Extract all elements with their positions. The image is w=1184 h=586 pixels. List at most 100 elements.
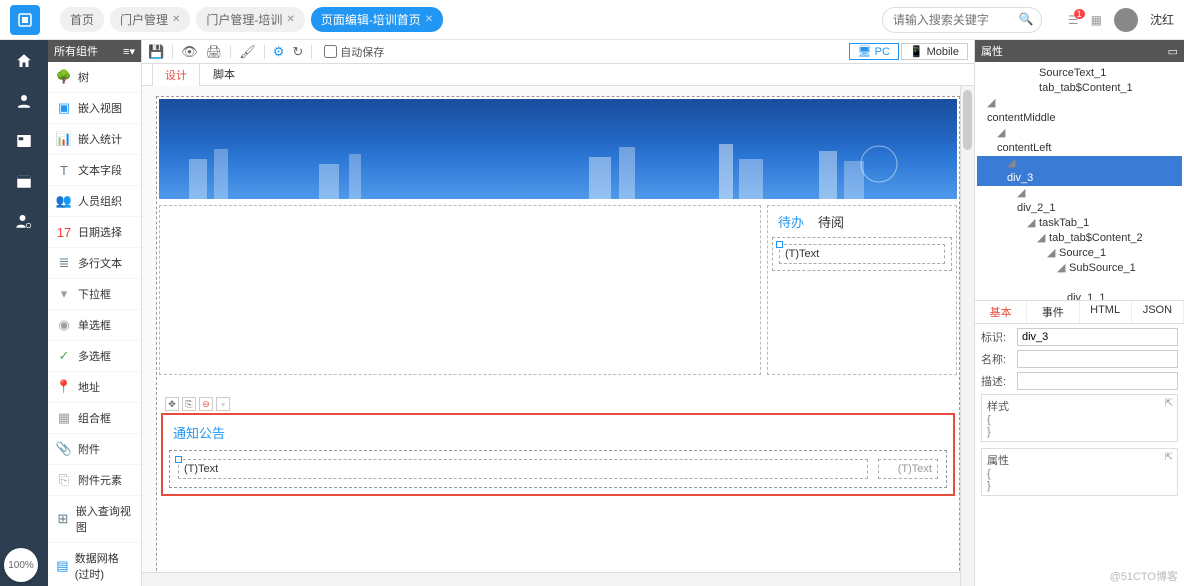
widget-item[interactable]: ▦组合框 <box>48 403 141 434</box>
delete-icon[interactable]: ⊖ <box>199 397 213 411</box>
widget-item[interactable]: ▾下拉框 <box>48 279 141 310</box>
tree-row[interactable]: ◢ div_2_1 <box>977 186 1182 216</box>
name-label: 名称: <box>981 351 1011 367</box>
tree-row[interactable]: ◢ div_3 <box>977 156 1182 186</box>
brush-icon[interactable]: 🖌 <box>239 44 256 60</box>
preview-icon[interactable]: 👁 <box>181 44 198 60</box>
style-box[interactable]: ⇱样式{} <box>981 394 1178 442</box>
tab-home[interactable]: 首页 <box>60 7 104 32</box>
close-icon[interactable]: ✕ <box>425 14 433 25</box>
tree-row[interactable]: ◢ taskTab_1 <box>977 216 1182 231</box>
widget-item[interactable]: ≣多行文本 <box>48 248 141 279</box>
tab-portal-training[interactable]: 门户管理-培训✕ <box>196 7 304 32</box>
widget-item[interactable]: ◉单选框 <box>48 310 141 341</box>
ptab-event[interactable]: 事件 <box>1027 301 1079 323</box>
widget-item[interactable]: 📊嵌入统计 <box>48 124 141 155</box>
notice-block-selected[interactable]: 通知公告 (T)Text (T)Text <box>161 413 955 496</box>
widget-panel: 所有组件 ≡▾ 🌳树▣嵌入视图📊嵌入统计T文本字段👥人员组织17日期选择≣多行文… <box>48 40 142 586</box>
expand-icon[interactable]: ⇱ <box>1165 398 1173 409</box>
search-input[interactable] <box>882 7 1042 33</box>
tree-row[interactable]: SourceText_1 <box>977 66 1182 81</box>
app-logo[interactable] <box>10 5 40 35</box>
tab-page-edit[interactable]: 页面编辑-培训首页✕ <box>311 7 443 32</box>
home-icon[interactable] <box>13 50 35 72</box>
ptab-basic[interactable]: 基本 <box>975 301 1027 323</box>
text-slot-small[interactable]: (T)Text <box>878 459 938 479</box>
tree-row[interactable]: ◢ contentMiddle <box>977 96 1182 126</box>
text-slot[interactable]: (T)Text <box>178 459 868 479</box>
element-tree[interactable]: SourceText_1 tab_tab$Content_1◢ contentM… <box>975 62 1184 300</box>
gear-icon[interactable]: ⚙ <box>273 44 285 60</box>
scrollbar-vertical[interactable] <box>960 86 974 586</box>
subtab-script[interactable]: 脚本 <box>200 62 248 85</box>
user-icon[interactable] <box>13 90 35 112</box>
content-side[interactable]: 待办 待阅 (T)Text <box>767 205 957 375</box>
phone-icon: 📱 <box>910 45 924 58</box>
widget-item[interactable]: ⎘附件元素 <box>48 465 141 496</box>
properties-panel: 属性 ▭ SourceText_1 tab_tab$Content_1◢ con… <box>974 40 1184 586</box>
nav-rail <box>0 40 48 586</box>
device-pc[interactable]: 🖥PC <box>849 43 899 60</box>
close-icon[interactable]: ✕ <box>172 14 180 25</box>
calendar-icon[interactable] <box>13 170 35 192</box>
tree-row[interactable]: div_1_1 <box>977 276 1182 300</box>
device-mobile[interactable]: 📱Mobile <box>901 43 968 60</box>
widget-item[interactable]: ▤数据网格(过时) <box>48 543 141 586</box>
notice-inner[interactable]: (T)Text (T)Text <box>169 450 947 488</box>
move-icon[interactable]: ✥ <box>165 397 179 411</box>
news-icon[interactable] <box>13 130 35 152</box>
selection-handles: ✥ ⎘ ⊖ ▫ <box>161 397 955 411</box>
widget-item[interactable]: 📎附件 <box>48 434 141 465</box>
ptab-json[interactable]: JSON <box>1132 301 1184 323</box>
settings-user-icon[interactable] <box>13 210 35 232</box>
tree-row[interactable]: tab_tab$Content_1 <box>977 81 1182 96</box>
search-icon[interactable]: 🔍 <box>1019 12 1034 26</box>
zoom-indicator[interactable]: 100% <box>4 548 38 582</box>
widget-item[interactable]: T文本字段 <box>48 155 141 186</box>
banner-image[interactable] <box>159 99 957 199</box>
username: 沈红 <box>1150 11 1174 28</box>
widget-item[interactable]: 👥人员组织 <box>48 186 141 217</box>
widget-item[interactable]: ✓多选框 <box>48 341 141 372</box>
copy-icon[interactable]: ⎘ <box>182 397 196 411</box>
widget-label: 附件 <box>78 441 100 457</box>
tree-row[interactable]: ◢ Source_1 <box>977 246 1182 261</box>
tree-row[interactable]: ◢ tab_tab$Content_2 <box>977 231 1182 246</box>
attr-box[interactable]: ⇱属性{} <box>981 448 1178 496</box>
design-stage[interactable]: 待办 待阅 (T)Text ✥ ⎘ ⊖ ▫ 通知公告 <box>142 86 974 586</box>
id-input[interactable] <box>1017 328 1178 346</box>
expand-icon[interactable]: ⇱ <box>1165 452 1173 463</box>
scrollbar-horizontal[interactable] <box>142 572 960 586</box>
subtab-design[interactable]: 设计 <box>152 63 200 86</box>
widget-item[interactable]: 🌳树 <box>48 62 141 93</box>
page-container[interactable]: 待办 待阅 (T)Text ✥ ⎘ ⊖ ▫ 通知公告 <box>156 96 960 586</box>
menu-icon[interactable]: ≡▾ <box>123 45 135 58</box>
widget-item[interactable]: 17日期选择 <box>48 217 141 248</box>
name-input[interactable] <box>1017 350 1178 368</box>
apps-icon[interactable]: ▦ <box>1091 13 1102 27</box>
more-icon[interactable]: ▫ <box>216 397 230 411</box>
widget-item[interactable]: ▣嵌入视图 <box>48 93 141 124</box>
avatar[interactable] <box>1114 8 1138 32</box>
autosave-checkbox[interactable] <box>324 45 337 58</box>
tree-row[interactable]: ◢ contentLeft <box>977 126 1182 156</box>
text-slot[interactable]: (T)Text <box>779 244 945 264</box>
widget-icon: ⎘ <box>56 472 72 488</box>
ptab-html[interactable]: HTML <box>1080 301 1132 323</box>
tab-read[interactable]: 待阅 <box>818 212 844 231</box>
autosave-toggle[interactable]: 自动保存 <box>324 44 384 60</box>
desc-input[interactable] <box>1017 372 1178 390</box>
content-main[interactable] <box>159 205 761 375</box>
print-icon[interactable]: 🖨 <box>206 44 223 60</box>
tree-row[interactable]: ◢ SubSource_1 <box>977 261 1182 276</box>
widget-item[interactable]: ⊞嵌入查询视图 <box>48 496 141 543</box>
widget-icon: ◉ <box>56 317 72 333</box>
save-icon[interactable]: 💾 <box>148 44 164 60</box>
expand-icon[interactable]: ▭ <box>1168 45 1178 58</box>
close-icon[interactable]: ✕ <box>286 14 294 25</box>
tab-portal[interactable]: 门户管理✕ <box>110 7 190 32</box>
tab-todo[interactable]: 待办 <box>778 212 804 231</box>
notification-icon[interactable]: ☰1 <box>1068 13 1079 27</box>
refresh-icon[interactable]: ↻ <box>292 44 303 60</box>
widget-item[interactable]: 📍地址 <box>48 372 141 403</box>
